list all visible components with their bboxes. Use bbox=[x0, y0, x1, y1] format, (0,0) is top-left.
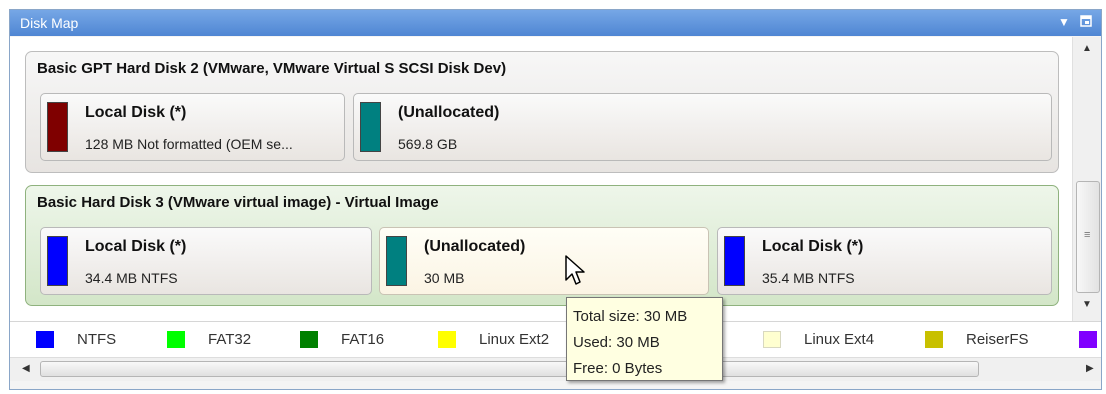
panel-title: Disk Map bbox=[20, 15, 79, 31]
partition-label: Local Disk (*) bbox=[762, 238, 864, 255]
legend-swatch bbox=[1079, 331, 1097, 348]
filesystem-legend: NTFS FAT32 FAT16 Linux Ext2 Linux Ext4 R… bbox=[10, 321, 1101, 357]
legend-label: Linux Ext2 bbox=[479, 331, 550, 348]
vertical-scroll-thumb[interactable]: ≡ bbox=[1076, 181, 1100, 293]
grip-icon: ≡ bbox=[1084, 229, 1091, 241]
legend-swatch bbox=[438, 331, 456, 348]
tooltip-free: Free: 0 Bytes bbox=[573, 360, 663, 377]
disk-2-row[interactable]: Basic GPT Hard Disk 2 (VMware, VMware Vi… bbox=[25, 51, 1059, 173]
partition-unallocated[interactable]: (Unallocated) 569.8 GB bbox=[353, 93, 1052, 161]
legend-swatch bbox=[300, 331, 318, 348]
scroll-down-arrow-icon[interactable]: ▼ bbox=[1082, 299, 1092, 310]
partition-detail: 128 MB Not formatted (OEM se... bbox=[85, 136, 293, 152]
partition-detail: 569.8 GB bbox=[398, 136, 458, 152]
partition-detail: 35.4 MB NTFS bbox=[762, 270, 855, 286]
scroll-left-arrow-icon[interactable]: ◀ bbox=[22, 363, 30, 374]
pin-icon[interactable] bbox=[1079, 15, 1093, 30]
scroll-up-arrow-icon[interactable]: ▲ bbox=[1082, 43, 1092, 54]
partition-label: (Unallocated) bbox=[398, 104, 500, 121]
horizontal-scroll-thumb[interactable] bbox=[40, 361, 979, 377]
partition-tooltip: Total size: 30 MB Used: 30 MB Free: 0 By… bbox=[566, 297, 723, 381]
partition-local-disk[interactable]: Local Disk (*) 128 MB Not formatted (OEM… bbox=[40, 93, 345, 161]
partition-color-swatch bbox=[360, 102, 381, 152]
legend-swatch bbox=[36, 331, 54, 348]
vertical-scrollbar[interactable]: ▲ ≡ ▼ bbox=[1072, 37, 1101, 321]
legend-swatch bbox=[925, 331, 943, 348]
tooltip-total-size: Total size: 30 MB bbox=[573, 308, 688, 325]
partition-unallocated[interactable]: (Unallocated) 30 MB bbox=[379, 227, 709, 295]
mouse-pointer-icon bbox=[565, 255, 585, 285]
dropdown-arrow-icon[interactable]: ▼ bbox=[1057, 15, 1071, 29]
legend-label: FAT16 bbox=[341, 331, 385, 348]
legend-label: FAT32 bbox=[208, 331, 252, 348]
partition-local-disk[interactable]: Local Disk (*) 35.4 MB NTFS bbox=[717, 227, 1052, 295]
legend-swatch bbox=[763, 331, 781, 348]
disk-title: Basic Hard Disk 3 (VMware virtual image)… bbox=[37, 194, 439, 211]
partition-color-swatch bbox=[386, 236, 407, 286]
partition-detail: 34.4 MB NTFS bbox=[85, 270, 178, 286]
disk-title: Basic GPT Hard Disk 2 (VMware, VMware Vi… bbox=[37, 60, 507, 77]
legend-label: NTFS bbox=[77, 331, 117, 348]
horizontal-scrollbar[interactable]: ◀ ▶ bbox=[10, 357, 1101, 381]
disk-map-content: Basic GPT Hard Disk 2 (VMware, VMware Vi… bbox=[10, 37, 1072, 321]
disk-3-row[interactable]: Basic Hard Disk 3 (VMware virtual image)… bbox=[25, 185, 1059, 306]
partition-label: (Unallocated) bbox=[424, 238, 526, 255]
partition-color-swatch bbox=[47, 236, 68, 286]
legend-label: Linux Ext4 bbox=[804, 331, 875, 348]
legend-swatch bbox=[167, 331, 185, 348]
partition-label: Local Disk (*) bbox=[85, 238, 187, 255]
panel-titlebar: Disk Map ▼ bbox=[10, 10, 1101, 36]
disk-map-panel: Disk Map ▼ Basic GPT Hard Disk 2 (VMware… bbox=[9, 9, 1102, 390]
partition-local-disk[interactable]: Local Disk (*) 34.4 MB NTFS bbox=[40, 227, 372, 295]
partition-color-swatch bbox=[724, 236, 745, 286]
partition-label: Local Disk (*) bbox=[85, 104, 187, 121]
tooltip-used: Used: 30 MB bbox=[573, 334, 660, 351]
partition-detail: 30 MB bbox=[424, 270, 465, 286]
partition-color-swatch bbox=[47, 102, 68, 152]
scroll-right-arrow-icon[interactable]: ▶ bbox=[1086, 363, 1094, 374]
legend-label: ReiserFS bbox=[966, 331, 1029, 348]
